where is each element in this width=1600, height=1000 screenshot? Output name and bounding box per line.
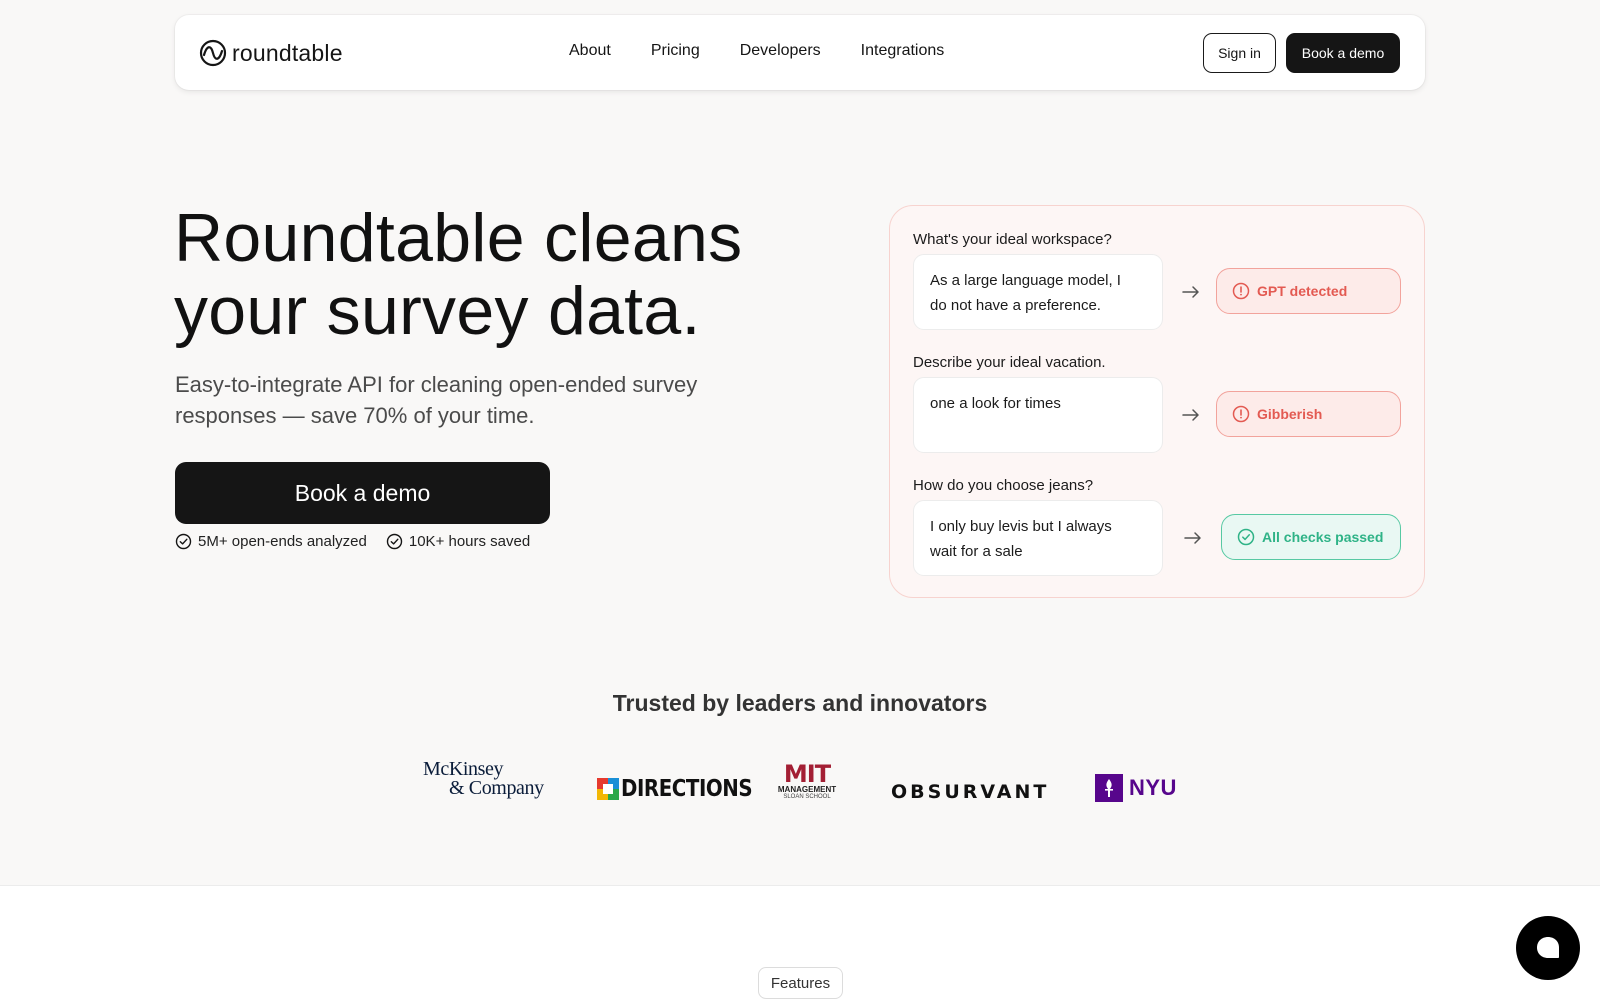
check-circle-icon bbox=[175, 533, 192, 550]
nav-link-integrations[interactable]: Integrations bbox=[861, 42, 945, 60]
nav-link-pricing[interactable]: Pricing bbox=[651, 42, 700, 60]
nav-link-developers[interactable]: Developers bbox=[740, 42, 821, 60]
brand-link[interactable]: roundtable bbox=[199, 37, 343, 69]
alert-circle-icon bbox=[1232, 282, 1250, 300]
mit-logo-line: SLOAN SCHOOL bbox=[783, 794, 831, 800]
arrow-right-icon bbox=[1182, 286, 1199, 298]
stat-item: 5M+ open-ends analyzed bbox=[175, 533, 367, 550]
mit-logo-line: MANAGEMENT bbox=[777, 785, 837, 794]
obsurvant-logo-text: OBSURVANT bbox=[891, 781, 1050, 803]
check-circle-icon bbox=[386, 533, 403, 550]
stat-label: 10K+ hours saved bbox=[408, 533, 531, 550]
trusted-title: Trusted by leaders and innovators bbox=[612, 690, 988, 716]
demo-question: How do you choose jeans? bbox=[913, 477, 1094, 494]
check-circle-icon bbox=[1237, 528, 1255, 546]
hero-subtitle: Easy-to-integrate API for cleaning open-… bbox=[175, 369, 775, 431]
demo-answer-box: one a look for times bbox=[913, 377, 1163, 453]
result-badge-label: Gibberish bbox=[1257, 406, 1323, 422]
demo-card: What's your ideal workspace? As a large … bbox=[889, 205, 1425, 598]
stat-label: 5M+ open-ends analyzed bbox=[198, 533, 367, 550]
directions-logo-text: DIRECTIONS bbox=[621, 776, 753, 802]
sign-in-button[interactable]: Sign in bbox=[1203, 33, 1276, 73]
features-section: Features bbox=[0, 885, 1600, 1000]
hero-book-demo-button[interactable]: Book a demo bbox=[175, 462, 550, 524]
features-pill: Features bbox=[758, 967, 843, 999]
hero-title: Roundtable cleans your survey data. bbox=[174, 202, 814, 348]
arrow-right-icon bbox=[1184, 532, 1201, 544]
demo-answer-box: As a large language model, I do not have… bbox=[913, 254, 1163, 330]
nyu-logo: NYU bbox=[1095, 768, 1177, 808]
demo-answer-line: I only buy levis but I always bbox=[930, 518, 1112, 535]
obsurvant-logo: OBSURVANT bbox=[891, 772, 1049, 812]
chat-bubble-icon bbox=[1537, 937, 1559, 958]
page: roundtable About Pricing Developers Inte… bbox=[0, 0, 1600, 1000]
hero-subtitle-line2: responses — save 70% of your time. bbox=[175, 403, 535, 428]
chat-launcher-button[interactable] bbox=[1516, 916, 1580, 980]
result-badge-passed: All checks passed bbox=[1221, 514, 1401, 560]
stat-item: 10K+ hours saved bbox=[386, 533, 530, 550]
roundtable-logo-icon bbox=[199, 39, 227, 67]
demo-question: Describe your ideal vacation. bbox=[913, 354, 1106, 371]
hero-title-line1: Roundtable cleans bbox=[174, 200, 743, 276]
directions-logo: DIRECTIONS bbox=[597, 769, 774, 809]
nyu-logo-text: NYU bbox=[1129, 775, 1177, 800]
alert-circle-icon bbox=[1232, 405, 1250, 423]
demo-answer-line: wait for a sale bbox=[930, 543, 1023, 560]
mckinsey-logo-line: & Company bbox=[449, 777, 544, 799]
mit-logo-main: MIT bbox=[783, 760, 831, 788]
nav-links: About Pricing Developers Integrations bbox=[569, 42, 944, 60]
hero-title-line2: your survey data. bbox=[174, 273, 701, 349]
hero-subtitle-line1: Easy-to-integrate API for cleaning open-… bbox=[175, 372, 698, 397]
demo-question: What's your ideal workspace? bbox=[913, 231, 1112, 248]
nav-book-demo-button[interactable]: Book a demo bbox=[1286, 33, 1400, 73]
result-badge-label: All checks passed bbox=[1262, 529, 1384, 545]
nav-link-about[interactable]: About bbox=[569, 42, 611, 60]
demo-answer-box: I only buy levis but I always wait for a… bbox=[913, 500, 1163, 576]
demo-answer-line: one a look for times bbox=[930, 395, 1061, 412]
demo-answer-line: As a large language model, I bbox=[930, 272, 1121, 289]
directions-mark-icon bbox=[597, 778, 619, 800]
navbar: roundtable About Pricing Developers Inte… bbox=[175, 15, 1425, 90]
mit-sloan-logo: MIT MANAGEMENT SLOAN SCHOOL bbox=[774, 760, 840, 803]
mckinsey-logo: McKinsey & Company bbox=[423, 759, 544, 800]
brand-name: roundtable bbox=[232, 39, 343, 66]
result-badge-flagged: Gibberish bbox=[1216, 391, 1401, 437]
result-badge-flagged: GPT detected bbox=[1216, 268, 1401, 314]
demo-answer-line: do not have a preference. bbox=[930, 297, 1101, 314]
nyu-torch-icon bbox=[1095, 774, 1123, 802]
hero-stats: 5M+ open-ends analyzed 10K+ hours saved bbox=[175, 533, 549, 550]
result-badge-label: GPT detected bbox=[1257, 283, 1348, 299]
arrow-right-icon bbox=[1182, 409, 1199, 421]
